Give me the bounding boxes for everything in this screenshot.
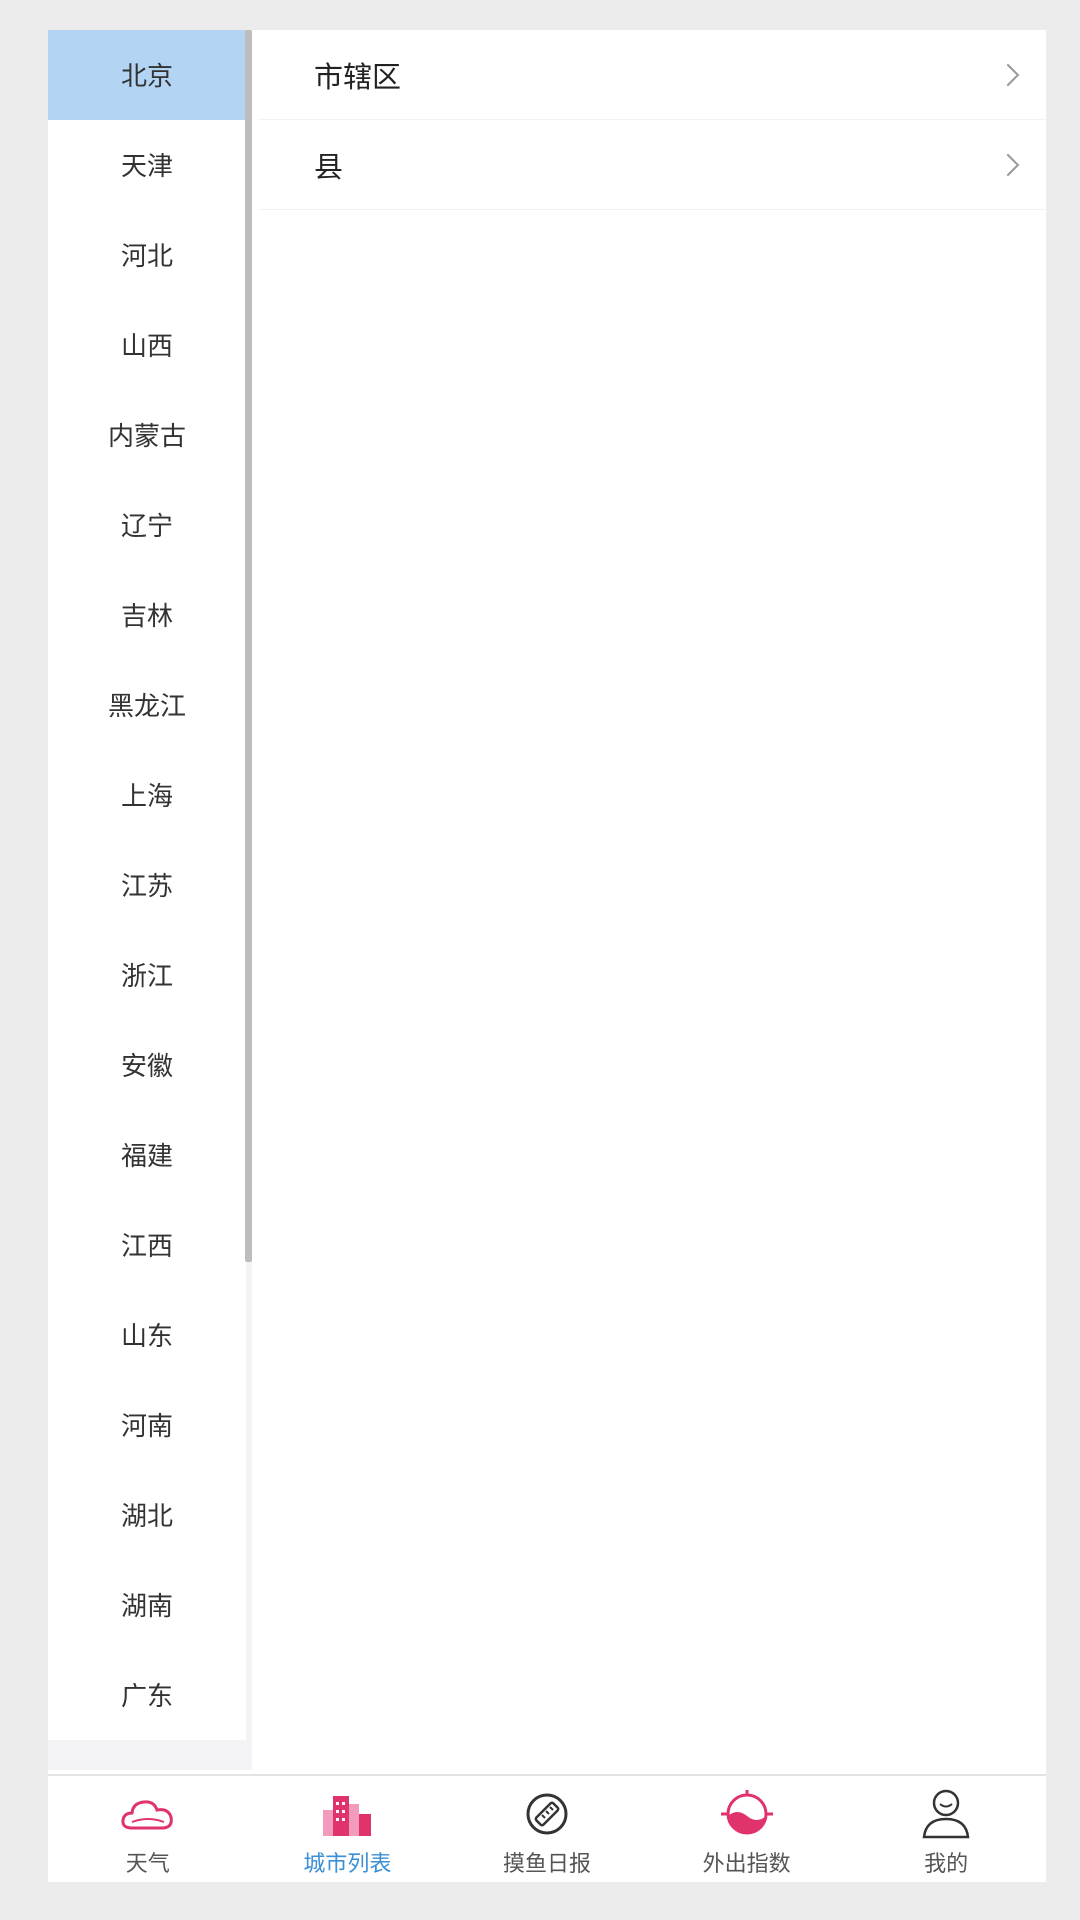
- chevron-right-icon: [996, 153, 1020, 176]
- province-item-henan[interactable]: 河南: [48, 1380, 246, 1470]
- nav-tab-outing-index[interactable]: 外出指数: [647, 1776, 847, 1882]
- nav-tab-weather[interactable]: 天气: [48, 1776, 248, 1882]
- province-item-jiangsu[interactable]: 江苏: [48, 840, 246, 930]
- city-buildings-icon: [317, 1786, 377, 1842]
- province-item-jiangxi[interactable]: 江西: [48, 1200, 246, 1290]
- nav-tab-fish-daily[interactable]: 摸鱼日报: [447, 1776, 647, 1882]
- province-item-shanxi[interactable]: 山西: [48, 300, 246, 390]
- province-label: 山东: [120, 1322, 173, 1353]
- province-label: 山西: [120, 332, 173, 363]
- district-label: 市辖区: [314, 59, 402, 94]
- province-label: 辽宁: [120, 512, 173, 543]
- province-item-hubei[interactable]: 湖北: [48, 1470, 246, 1560]
- nav-label: 摸鱼日报: [502, 1852, 591, 1877]
- province-label: 吉林: [120, 602, 173, 633]
- nav-label: 外出指数: [702, 1852, 791, 1877]
- bottom-nav: 天气 城市列表 摸鱼日报 外出指数 我的: [48, 1774, 1046, 1882]
- nav-label: 我的: [924, 1852, 969, 1877]
- province-label: 黑龙江: [107, 692, 186, 723]
- province-label: 江西: [120, 1232, 173, 1263]
- province-scrollbar[interactable]: [245, 30, 252, 1262]
- province-list[interactable]: 北京 天津 河北 山西 内蒙古 辽宁 吉林 黑龙江 上海 江苏 浙江 安徽 福建…: [48, 30, 252, 1770]
- province-label: 福建: [120, 1142, 173, 1173]
- province-item-beijing[interactable]: 北京: [48, 30, 246, 120]
- province-item-anhui[interactable]: 安徽: [48, 1020, 246, 1110]
- province-item-shanghai[interactable]: 上海: [48, 750, 246, 840]
- district-row-xian[interactable]: 县: [258, 120, 1046, 210]
- province-item-jilin[interactable]: 吉林: [48, 570, 246, 660]
- province-item-tianjin[interactable]: 天津: [48, 120, 246, 210]
- cloud-icon: [118, 1786, 178, 1842]
- district-label: 县: [314, 149, 344, 184]
- user-icon: [916, 1786, 976, 1842]
- province-label: 湖北: [120, 1502, 173, 1533]
- ruler-icon: [517, 1786, 577, 1842]
- province-label: 北京: [120, 62, 173, 93]
- district-panel: 市辖区 县: [258, 30, 1046, 1770]
- province-item-hunan[interactable]: 湖南: [48, 1560, 246, 1650]
- province-item-hebei[interactable]: 河北: [48, 210, 246, 300]
- province-item-shandong[interactable]: 山东: [48, 1290, 246, 1380]
- province-item-guangdong[interactable]: 广东: [48, 1650, 246, 1740]
- province-label: 浙江: [120, 962, 173, 993]
- nav-tab-me[interactable]: 我的: [846, 1776, 1046, 1882]
- chevron-right-icon: [996, 63, 1020, 86]
- province-item-neimenggu[interactable]: 内蒙古: [48, 390, 246, 480]
- province-item-fujian[interactable]: 福建: [48, 1110, 246, 1200]
- province-label: 安徽: [120, 1052, 173, 1083]
- province-item-liaoning[interactable]: 辽宁: [48, 480, 246, 570]
- province-label: 内蒙古: [107, 422, 186, 453]
- compass-icon: [717, 1786, 777, 1842]
- nav-label: 城市列表: [303, 1852, 392, 1877]
- province-label: 江苏: [120, 872, 173, 903]
- province-item-zhejiang[interactable]: 浙江: [48, 930, 246, 1020]
- province-label: 湖南: [120, 1592, 173, 1623]
- province-label: 上海: [120, 782, 173, 813]
- nav-tab-city-list[interactable]: 城市列表: [248, 1776, 448, 1882]
- province-label: 河北: [120, 242, 173, 273]
- province-label: 天津: [120, 152, 173, 183]
- province-label: 河南: [120, 1412, 173, 1443]
- district-row-shixiaqu[interactable]: 市辖区: [258, 30, 1046, 120]
- app-frame: 北京 天津 河北 山西 内蒙古 辽宁 吉林 黑龙江 上海 江苏 浙江 安徽 福建…: [48, 30, 1046, 1882]
- province-label: 广东: [120, 1682, 173, 1713]
- nav-label: 天气: [125, 1852, 170, 1877]
- province-item-heilongjiang[interactable]: 黑龙江: [48, 660, 246, 750]
